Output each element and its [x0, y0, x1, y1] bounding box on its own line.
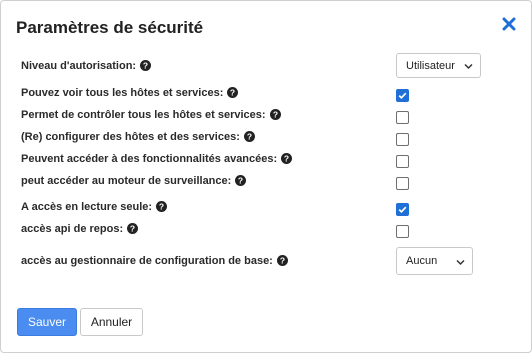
svg-text:?: ? — [230, 87, 235, 97]
reconfigure-label: (Re) configurer des hôtes et des service… — [21, 131, 240, 143]
svg-text:?: ? — [130, 223, 135, 233]
svg-text:?: ? — [284, 153, 289, 163]
save-button[interactable]: Sauver — [17, 308, 77, 336]
view-all-label: Pouvez voir tous les hôtes et services: — [21, 87, 224, 99]
svg-text:?: ? — [143, 60, 148, 70]
help-icon[interactable]: ? — [243, 130, 255, 142]
svg-text:?: ? — [238, 175, 243, 185]
rest-api-row: accès api de repos: ? — [21, 220, 139, 238]
auth-level-select[interactable]: Utilisateur — [396, 53, 481, 78]
chevron-down-icon — [456, 259, 465, 266]
config-manager-label: accès au gestionnaire de configuration d… — [21, 255, 273, 267]
help-icon[interactable]: ? — [127, 222, 139, 234]
svg-text:?: ? — [280, 255, 285, 265]
auth-level-value: Utilisateur — [406, 59, 455, 72]
read-only-checkbox[interactable] — [396, 203, 409, 216]
view-all-row: Pouvez voir tous les hôtes et services: … — [21, 84, 239, 102]
help-icon[interactable]: ? — [227, 86, 239, 98]
help-icon[interactable]: ? — [156, 200, 168, 212]
help-icon[interactable]: ? — [269, 108, 281, 120]
chevron-down-icon — [464, 63, 473, 70]
advanced-row: Peuvent accéder à des fonctionnalités av… — [21, 150, 293, 168]
help-icon[interactable]: ? — [276, 254, 288, 266]
rest-api-label: accès api de repos: — [21, 223, 124, 235]
dialog-title: Paramètres de sécurité — [16, 18, 204, 37]
view-all-checkbox[interactable] — [396, 89, 409, 102]
cancel-button[interactable]: Annuler — [80, 308, 143, 336]
svg-text:?: ? — [159, 201, 164, 211]
help-icon[interactable]: ? — [140, 59, 152, 71]
config-manager-value: Aucun — [406, 255, 438, 267]
reconfigure-checkbox[interactable] — [396, 133, 409, 146]
auth-level-row: Niveau d'autorisation: ? — [21, 57, 152, 75]
control-all-label: Permet de contrôler tous les hôtes et se… — [21, 109, 266, 121]
close-icon[interactable] — [500, 15, 518, 33]
reconfigure-row: (Re) configurer des hôtes et des service… — [21, 128, 255, 146]
monitoring-engine-row: peut accéder au moteur de surveillance: … — [21, 172, 247, 190]
svg-text:?: ? — [272, 109, 277, 119]
control-all-row: Permet de contrôler tous les hôtes et se… — [21, 106, 281, 124]
advanced-checkbox[interactable] — [396, 155, 409, 168]
rest-api-checkbox[interactable] — [396, 225, 409, 238]
svg-text:?: ? — [247, 131, 252, 141]
help-icon[interactable]: ? — [281, 152, 293, 164]
auth-level-label: Niveau d'autorisation: — [21, 60, 137, 72]
security-settings-dialog: Paramètres de sécurité Niveau d'autorisa… — [0, 0, 532, 353]
config-manager-select[interactable]: Aucun — [396, 247, 473, 275]
read-only-row: A accès en lecture seule: ? — [21, 198, 168, 216]
control-all-checkbox[interactable] — [396, 111, 409, 124]
advanced-label: Peuvent accéder à des fonctionnalités av… — [21, 153, 278, 165]
monitoring-engine-label: peut accéder au moteur de surveillance: — [21, 175, 232, 187]
config-manager-row: accès au gestionnaire de configuration d… — [21, 252, 288, 270]
monitoring-engine-checkbox[interactable] — [396, 177, 409, 190]
help-icon[interactable]: ? — [235, 174, 247, 186]
read-only-label: A accès en lecture seule: — [21, 201, 153, 213]
